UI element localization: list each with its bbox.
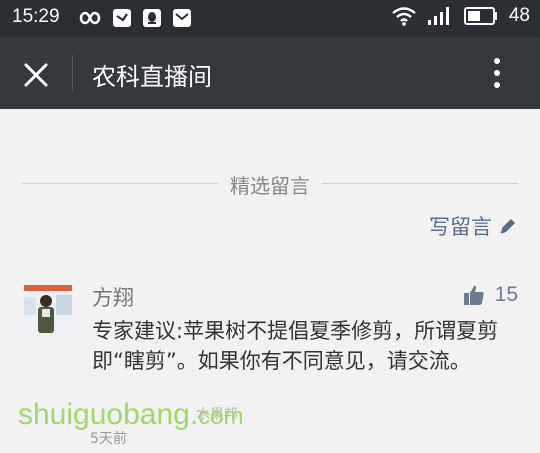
pencil-icon [500,219,515,234]
app-notification-icon [113,9,131,27]
close-icon[interactable] [20,59,52,91]
app-bar: 农科直播间 [0,37,540,109]
more-options-icon[interactable] [482,55,512,91]
battery-level: 48 [508,5,530,26]
thumbs-up-icon [463,285,484,305]
featured-comments-header: 精选留言 [0,166,540,200]
status-right-icons: 48 [391,5,530,27]
mail-icon [173,9,191,27]
signal-icon [427,7,449,25]
comment-text: 专家建议:苹果树不提倡夏季修剪，所谓夏剪即“瞎剪”。如果你有不同意见，请交流。 [92,319,499,373]
status-bar: 15:29 48 [0,0,540,37]
qq-icon [143,9,161,27]
comment-author[interactable]: 方翔 [92,282,134,312]
avatar[interactable] [22,281,74,333]
write-comment-button[interactable]: 写留言 [429,211,518,241]
status-time: 15:29 [12,6,60,27]
appbar-divider [72,55,73,91]
watermark-chinese: 水果邦 [196,407,238,423]
battery-icon [463,7,497,25]
section-title: 精选留言 [218,174,322,198]
status-left-icons [74,8,192,28]
watermark-brand: shuiguobang. [18,398,199,431]
like-count: 15 [494,283,518,306]
avatar-image [22,281,74,333]
write-comment-label: 写留言 [429,215,492,239]
like-button[interactable]: 15 [463,283,518,307]
wifi-icon [392,7,416,26]
infinity-icon [79,11,101,25]
page-title: 农科直播间 [92,63,212,91]
